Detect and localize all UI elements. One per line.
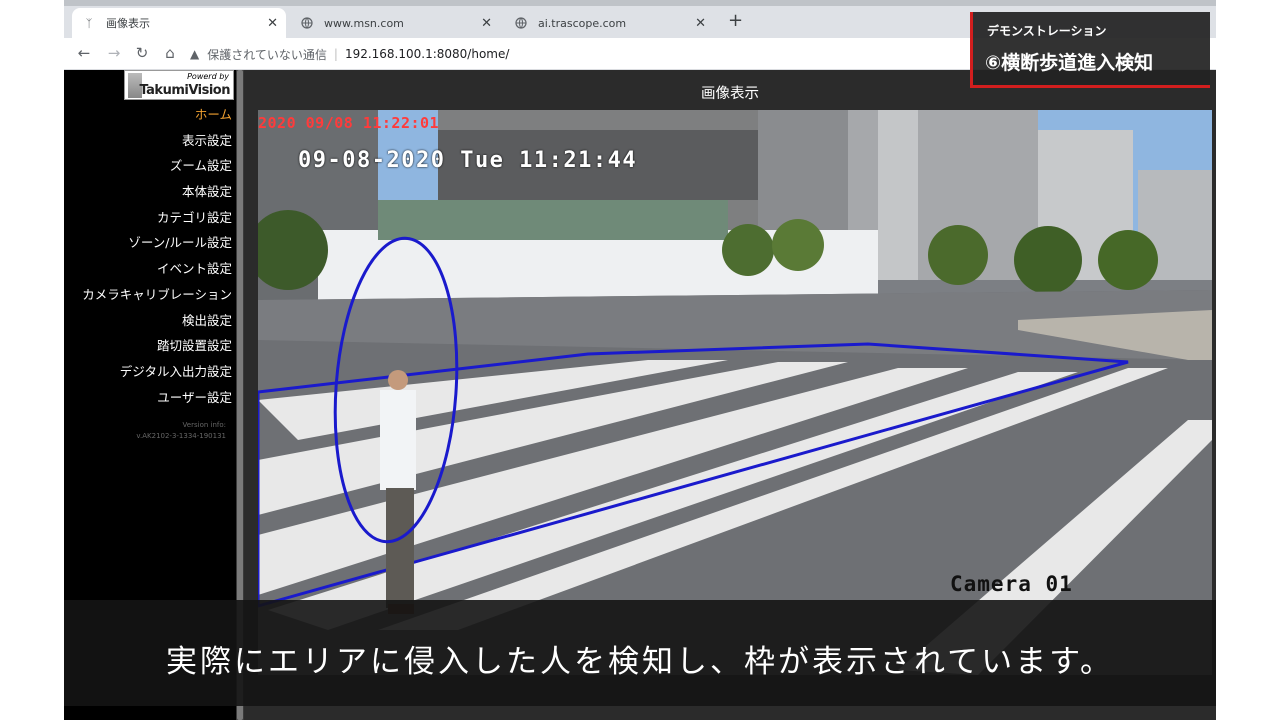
sidebar-menu: ホーム 表示設定 ズーム設定 本体設定 カテゴリ設定 ゾーン/ルール設定 イベン… bbox=[64, 102, 234, 410]
osd-camera-label: Camera 01 bbox=[950, 572, 1073, 596]
version-label: Version info: bbox=[182, 421, 226, 429]
sidebar-item-zoom-settings[interactable]: ズーム設定 bbox=[64, 153, 234, 179]
warning-triangle-icon[interactable]: ▲ bbox=[190, 47, 199, 61]
close-icon[interactable]: ✕ bbox=[267, 16, 278, 31]
globe-icon bbox=[514, 16, 528, 30]
logo-powered-by: Powerd by bbox=[187, 72, 229, 81]
sidebar-item-event-settings[interactable]: イベント設定 bbox=[64, 256, 234, 282]
tab-msn[interactable]: www.msn.com ✕ bbox=[290, 8, 500, 38]
sidebar-item-display-settings[interactable]: 表示設定 bbox=[64, 128, 234, 154]
url-text: 192.168.100.1:8080/home/ bbox=[344, 47, 510, 61]
screen: ᛉ 画像表示 ✕ www.msn.com ✕ ai.trascope.com ✕… bbox=[0, 0, 1280, 720]
forward-arrow-icon[interactable]: → bbox=[104, 44, 124, 62]
demo-banner: デモンストレーション ⑥横断歩道進入検知 bbox=[970, 12, 1210, 88]
back-arrow-icon[interactable]: ← bbox=[74, 44, 94, 62]
globe-icon bbox=[300, 16, 314, 30]
tab-trascope[interactable]: ai.trascope.com ✕ bbox=[504, 8, 714, 38]
sidebar-item-user-settings[interactable]: ユーザー設定 bbox=[64, 385, 234, 411]
sidebar-item-category-settings[interactable]: カテゴリ設定 bbox=[64, 205, 234, 231]
sidebar-item-home[interactable]: ホーム bbox=[64, 102, 234, 128]
version-value: v.AK2102-3-1334-190131 bbox=[136, 432, 226, 440]
window-top-border bbox=[64, 0, 1216, 6]
not-secure-label: 保護されていない通信 bbox=[207, 47, 327, 62]
tab-label: www.msn.com bbox=[324, 16, 404, 30]
sidebar-item-crossing-settings[interactable]: 踏切設置設定 bbox=[64, 333, 234, 359]
sidebar-item-detection-settings[interactable]: 検出設定 bbox=[64, 308, 234, 334]
separator: | bbox=[333, 47, 338, 61]
camera-icon: ᛉ bbox=[85, 16, 93, 30]
sidebar-item-zone-rule-settings[interactable]: ゾーン/ルール設定 bbox=[64, 230, 234, 256]
logo-brand: TakumiVision bbox=[139, 83, 230, 98]
osd-timestamp-red: 2020 09/08 11:22:01 bbox=[258, 114, 440, 132]
demo-subtitle: デモンストレーション bbox=[987, 24, 1107, 38]
caption-text: 実際にエリアに侵入した人を検知し、枠が表示されています。 bbox=[166, 644, 1114, 680]
tab-label: 画像表示 bbox=[106, 17, 150, 30]
reload-icon[interactable]: ↻ bbox=[132, 44, 152, 62]
subtitle-caption: 実際にエリアに侵入した人を検知し、枠が表示されています。 bbox=[64, 600, 1216, 706]
osd-timestamp-white: 09-08-2020 Tue 11:21:44 bbox=[298, 148, 638, 173]
home-icon[interactable]: ⌂ bbox=[160, 44, 180, 62]
close-icon[interactable]: ✕ bbox=[695, 16, 706, 31]
new-tab-plus-icon[interactable]: + bbox=[728, 10, 743, 31]
close-icon[interactable]: ✕ bbox=[481, 16, 492, 31]
camera-video-feed: 2020 09/08 11:22:01 09-08-2020 Tue 11:21… bbox=[258, 110, 1212, 675]
sidebar-item-device-settings[interactable]: 本体設定 bbox=[64, 179, 234, 205]
tab-label: ai.trascope.com bbox=[538, 16, 627, 30]
sidebar-item-camera-calibration[interactable]: カメラキャリブレーション bbox=[64, 282, 234, 308]
takumivision-logo: Powerd by TakumiVision bbox=[124, 70, 234, 100]
sidebar-item-digital-io-settings[interactable]: デジタル入出力設定 bbox=[64, 359, 234, 385]
demo-title: ⑥横断歩道進入検知 bbox=[985, 52, 1154, 74]
version-info: Version info: v.AK2102-3-1334-190131 bbox=[136, 420, 226, 442]
tab-image-display[interactable]: ᛉ 画像表示 ✕ bbox=[72, 8, 286, 38]
